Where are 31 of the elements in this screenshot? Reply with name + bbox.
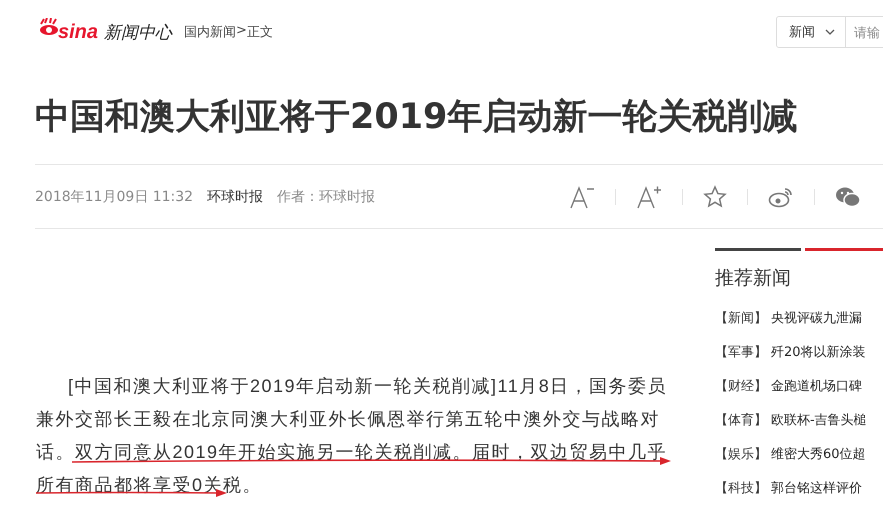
category-tag: 【财经】	[715, 377, 767, 395]
sidebar-heading: 推荐新闻	[715, 266, 792, 291]
wechat-button[interactable]	[835, 186, 861, 208]
news-link[interactable]: 金跑道机场口碑	[771, 377, 862, 395]
category-tag: 【体育】	[715, 411, 767, 429]
article-title: 中国和澳大利亚将于2019年启动新一轮关税削减	[35, 96, 798, 139]
sina-eye-icon	[38, 18, 60, 36]
news-link[interactable]: 歼20将以新涂装	[771, 343, 866, 361]
logo-text[interactable]: sina	[58, 20, 98, 44]
breadcrumb-separator: >	[236, 23, 247, 40]
news-link[interactable]: 央视评碳九泄漏	[771, 309, 862, 327]
category-tag: 【新闻】	[715, 309, 767, 327]
publish-date: 2018年11月09日 11:32	[35, 188, 194, 206]
category-dropdown[interactable]: 新闻	[776, 16, 846, 48]
weibo-button[interactable]	[768, 186, 794, 208]
category-tag: 【娱乐】	[715, 445, 767, 463]
news-link[interactable]: 郭台铭这样评价	[771, 479, 862, 497]
category-tag: 【科技】	[715, 479, 767, 497]
breadcrumb-link[interactable]: 国内新闻	[184, 23, 236, 41]
category-tag: 【军事】	[715, 343, 767, 361]
font-increase-button[interactable]	[636, 184, 662, 208]
site-name: 新闻中心	[104, 22, 172, 44]
font-decrease-button[interactable]	[569, 184, 595, 208]
source-link[interactable]: 环球时报	[207, 188, 264, 206]
author-text: 作者：环球时报	[277, 188, 376, 206]
breadcrumb-link[interactable]: 正文	[246, 23, 273, 41]
search-field[interactable]: 请输	[846, 16, 883, 48]
news-link[interactable]: 欧联杯-吉鲁头槌	[771, 411, 867, 429]
news-link[interactable]: 维密大秀60位超	[771, 445, 866, 463]
star-button[interactable]	[703, 184, 727, 208]
chevron-down-icon	[825, 29, 835, 35]
